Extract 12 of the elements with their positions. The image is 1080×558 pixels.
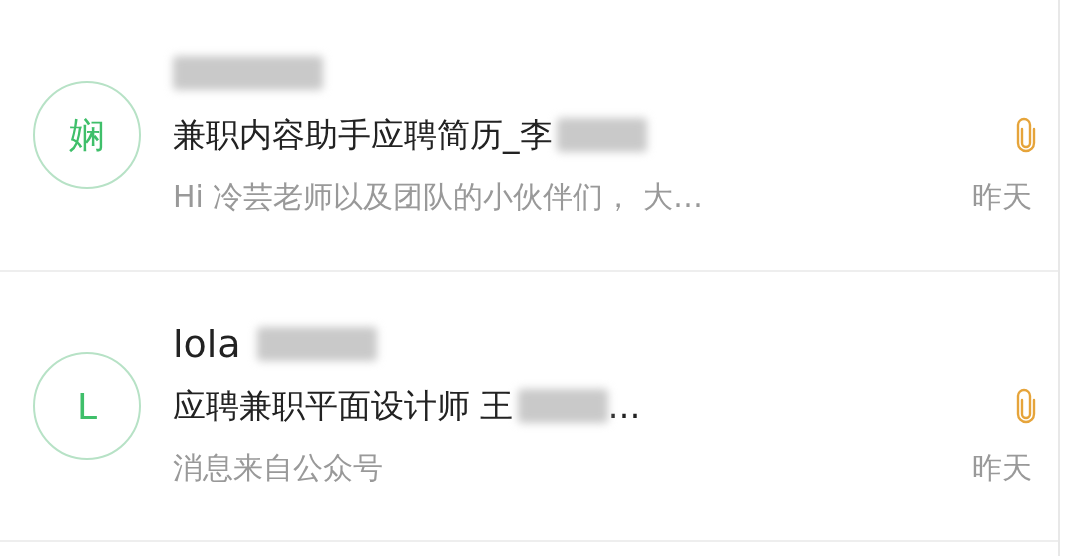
message-row[interactable]: 娴 兼职内容助手应聘简历_李 Hi 冷芸老师以及团队的小伙伴们， 大… 昨天 xyxy=(0,0,1058,272)
subject-text: 兼职内容助手应聘简历_李 xyxy=(173,113,553,156)
sender-name: lola xyxy=(173,322,241,366)
avatar: 娴 xyxy=(33,81,141,189)
preview-text: Hi 冷芸老师以及团队的小伙伴们， 大… xyxy=(173,177,703,216)
message-time: 昨天 xyxy=(972,177,1032,216)
subject-text: 应聘兼职平面设计师 王 xyxy=(173,384,514,427)
preview-text: 消息来自公众号 xyxy=(173,448,383,487)
avatar: L xyxy=(33,352,141,460)
message-time: 昨天 xyxy=(972,448,1032,487)
subject-text: … xyxy=(607,386,641,426)
message-row[interactable]: L lola 应聘兼职平面设计师 王 … 消息来自公众号 昨天 xyxy=(0,272,1058,542)
